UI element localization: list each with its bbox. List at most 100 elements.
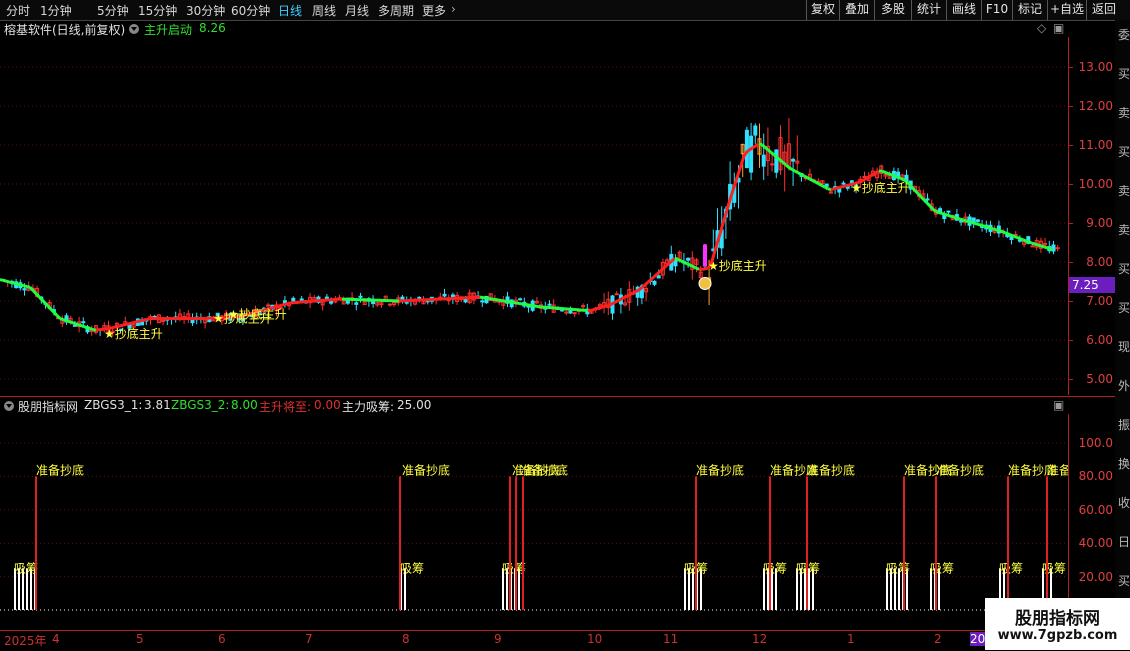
trend-line-segment xyxy=(681,261,684,262)
price-tick-label: 8.00 xyxy=(1073,255,1113,269)
candlestick-chart[interactable]: ★抄底主升★抄底主升★抄底主升★抄底主升★抄底主升 xyxy=(0,37,1068,395)
trend-line-segment xyxy=(1044,247,1047,248)
trend-line-segment xyxy=(609,304,612,305)
period-tab-monthly[interactable]: 月线 xyxy=(345,2,369,19)
candle-body xyxy=(1031,246,1034,247)
trend-line-segment xyxy=(75,324,78,325)
side-panel-char: 现 xyxy=(1118,338,1130,355)
trend-line-segment xyxy=(870,174,873,176)
candle-body xyxy=(842,183,845,184)
trend-line-segment xyxy=(288,303,291,304)
candle-body xyxy=(267,305,270,306)
date-axis-label: 8 xyxy=(402,632,410,646)
trend-line-segment xyxy=(120,325,123,326)
trend-line-segment xyxy=(969,222,972,223)
sub-indicator-menu-icon[interactable] xyxy=(4,401,14,411)
price-tick-label: 13.00 xyxy=(1073,60,1113,74)
back-button[interactable]: 返回 xyxy=(1086,0,1121,20)
window-toggle-icon[interactable]: ▣ xyxy=(1053,21,1064,35)
absorb-label: 吸筹 xyxy=(930,561,954,575)
sub-window-toggle-icon[interactable]: ▣ xyxy=(1053,398,1064,412)
trend-line-segment xyxy=(825,187,828,189)
draw-line-button[interactable]: 画线 xyxy=(946,0,981,20)
trend-line-segment xyxy=(993,229,996,230)
sub-chart-header: 股朋指标网 ZBGS3_1: 3.81 ZBGS3_2: 8.00 主升将至: … xyxy=(0,398,1060,414)
watermark-title: 股朋指标网 xyxy=(985,604,1130,629)
diamond-icon[interactable]: ◇ xyxy=(1037,21,1046,35)
candle-body xyxy=(573,313,576,314)
overlay-button[interactable]: 叠加 xyxy=(839,0,874,20)
candle-body xyxy=(548,304,551,305)
zbgs3-2-value: 8.00 xyxy=(231,398,258,412)
sub-chart-title: 股朋指标网 xyxy=(18,398,78,415)
trend-line-segment xyxy=(867,176,870,178)
trend-line-segment xyxy=(657,271,660,274)
trend-line-segment xyxy=(648,279,651,282)
stock-title: 榕基软件(日线,前复权) xyxy=(4,21,125,38)
trend-line-segment xyxy=(693,267,696,268)
mark-button[interactable]: 标记 xyxy=(1012,0,1047,20)
candle-body xyxy=(745,130,748,167)
statistics-button[interactable]: 统计 xyxy=(911,0,946,20)
trend-line-segment xyxy=(12,283,15,284)
trend-line-segment xyxy=(606,305,609,306)
period-tab-weekly[interactable]: 周线 xyxy=(312,2,336,19)
watermark-url: www.7gpzb.com xyxy=(985,628,1130,643)
trend-line-segment xyxy=(63,320,66,321)
absorb-value: 25.00 xyxy=(397,398,431,412)
period-tab-daily[interactable]: 日线 xyxy=(278,2,302,19)
price-tick-label: 5.00 xyxy=(1073,372,1113,386)
trend-line-segment xyxy=(684,262,687,263)
trend-line-segment xyxy=(651,277,654,280)
period-tab-30min[interactable]: 30分钟 xyxy=(186,2,225,19)
trend-line-segment xyxy=(78,325,81,326)
indicator-value: 8.26 xyxy=(199,21,226,35)
candle-body xyxy=(82,322,85,323)
trend-line-segment xyxy=(948,215,951,216)
trend-line-segment xyxy=(990,228,993,229)
trend-line-segment xyxy=(885,172,888,173)
period-tab-more[interactable]: 更多 xyxy=(422,2,446,19)
trend-line-segment xyxy=(945,214,948,215)
period-tab-multi[interactable]: 多周期 xyxy=(378,2,414,19)
period-tab-5min[interactable]: 5分钟 xyxy=(97,2,129,19)
trend-line-segment xyxy=(864,178,867,180)
trend-line-segment xyxy=(807,178,810,180)
trend-line-segment xyxy=(630,293,633,295)
trend-line-segment xyxy=(1026,241,1029,242)
indicator-menu-icon[interactable] xyxy=(129,24,139,34)
chevron-right-icon[interactable]: › xyxy=(451,2,456,16)
watermark-logo: 股朋指标网 www.7gpzb.com xyxy=(985,598,1130,650)
price-tick-mark xyxy=(1069,340,1073,341)
price-tick-mark xyxy=(1069,379,1073,380)
trend-line-segment xyxy=(987,227,990,228)
trend-line-segment xyxy=(69,322,72,323)
trend-line-segment xyxy=(1014,236,1017,237)
trend-line-segment xyxy=(750,148,753,150)
multi-stock-button[interactable]: 多股 xyxy=(874,0,911,20)
trend-line-segment xyxy=(612,302,615,304)
trend-line-segment xyxy=(759,144,762,145)
period-tab-minute[interactable]: 分时 xyxy=(6,2,30,19)
trend-line-segment xyxy=(60,319,63,320)
trend-line-segment xyxy=(831,189,834,190)
f10-button[interactable]: F10 xyxy=(981,0,1012,20)
trend-line-segment xyxy=(1029,242,1032,243)
trend-line-segment xyxy=(282,304,285,305)
trend-line-segment xyxy=(123,324,126,325)
trend-line-segment xyxy=(285,303,288,304)
candle-body xyxy=(355,303,358,305)
period-tab-15min[interactable]: 15分钟 xyxy=(138,2,177,19)
price-tick-mark xyxy=(1069,184,1073,185)
trend-line-segment xyxy=(603,306,606,307)
period-toolbar: 分时 1分钟 5分钟 15分钟 30分钟 60分钟 日线 周线 月线 多周期 更… xyxy=(0,0,1130,21)
adjust-button[interactable]: 复权 xyxy=(806,0,839,20)
trend-line-segment xyxy=(816,182,819,184)
add-favorite-button[interactable]: +自选 xyxy=(1047,0,1086,20)
trend-line-segment xyxy=(1032,243,1035,244)
indicator-chart[interactable]: 吸筹吸筹吸筹吸筹吸筹吸筹吸筹吸筹吸筹吸筹准备抄底准备抄底准备抄底准备抄底准备抄底… xyxy=(0,414,1068,630)
side-panel-char: 振 xyxy=(1118,416,1130,433)
period-tab-60min[interactable]: 60分钟 xyxy=(231,2,270,19)
period-tab-1min[interactable]: 1分钟 xyxy=(40,2,72,19)
trend-line-segment xyxy=(690,265,693,266)
